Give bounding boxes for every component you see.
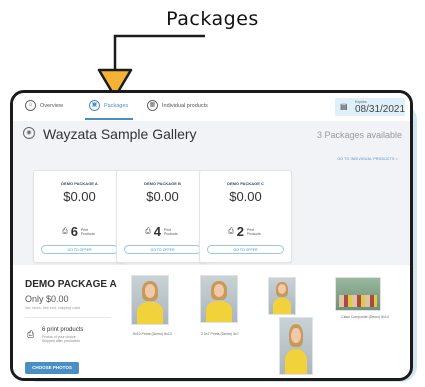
gallery-icon: ◉: [23, 127, 35, 139]
calendar-icon: ▤: [340, 102, 348, 111]
class-composite-photo[interactable]: [335, 277, 381, 311]
package-price: $0.00: [63, 189, 96, 204]
product-photo[interactable]: [200, 275, 238, 323]
detail-package-name: DEMO PACKAGE A: [25, 279, 117, 290]
package-detail: DEMO PACKAGE A Only $0.00 Incl. taxes. S…: [13, 265, 410, 378]
gallery-header: ◉ Wayzata Sample Gallery 3 Packages avai…: [13, 121, 410, 147]
package-card-c[interactable]: DEMO PACKAGE C $0.00 ⎙ 2 Print Products …: [199, 170, 292, 263]
choose-photos-button[interactable]: CHOOSE PHOTOS: [25, 362, 79, 374]
active-tab-indicator: [85, 118, 133, 120]
product-count: 6: [70, 224, 78, 239]
package-card-a[interactable]: DEMO PACKAGE A $0.00 ⎙ 6 Print Products …: [33, 170, 126, 263]
product-count: 4: [153, 224, 161, 239]
tab-individual-label: Individual products: [162, 102, 208, 109]
photo-icon: ▦: [147, 100, 158, 111]
product-photo[interactable]: [279, 317, 313, 375]
top-navigation: ⌂ Overview ▣ Packages ▦ Individual produ…: [13, 93, 410, 122]
product-photo[interactable]: [268, 277, 296, 315]
divider: [25, 317, 111, 318]
print-icon: ⎙: [27, 329, 35, 339]
browser-frame: ⌂ Overview ▣ Packages ▦ Individual produ…: [10, 90, 413, 381]
photo-caption: 2 5x7 Prints (Demo) 5x7: [201, 332, 239, 336]
package-name: DEMO PACKAGE C: [227, 181, 264, 186]
print-icon: ⎙: [62, 227, 68, 235]
photo-caption: Class Composite (Demo) 8x10: [341, 315, 389, 319]
callout: Packages: [0, 0, 425, 100]
go-to-offer-button[interactable]: GO TO OFFER: [207, 245, 284, 254]
tab-packages-label: Packages: [104, 102, 129, 109]
print-icon: ⎙: [145, 227, 151, 235]
package-count: 3 Packages available: [316, 130, 402, 140]
individual-products-link[interactable]: GO TO INDIVIDUAL PRODUCTS >: [337, 157, 398, 161]
package-name: DEMO PACKAGE A: [61, 181, 98, 186]
go-to-offer-button[interactable]: GO TO OFFER: [124, 245, 201, 254]
product-photo[interactable]: [131, 275, 169, 325]
product-count-label: Print Products: [163, 227, 178, 236]
products-line2: Shipped after production: [42, 339, 81, 343]
package-count-row: ⎙ 2 Print Products: [200, 224, 291, 239]
product-count-label: Print Products: [246, 227, 261, 236]
product-count: 2: [236, 224, 244, 239]
package-card-b[interactable]: DEMO PACKAGE B $0.00 ⎙ 4 Print Products …: [116, 170, 209, 263]
tab-packages[interactable]: ▣ Packages: [89, 100, 128, 111]
packages-area: GO TO INDIVIDUAL PRODUCTS > DEMO PACKAGE…: [13, 147, 410, 265]
expiry-date: 08/31/2021: [355, 104, 406, 115]
package-name: DEMO PACKAGE B: [144, 181, 181, 186]
photo-caption: 8x10 Prints (Demo) 8x10: [133, 332, 172, 336]
go-to-offer-button[interactable]: GO TO OFFER: [41, 245, 118, 254]
gift-icon: ▣: [89, 100, 100, 111]
print-icon: ⎙: [228, 227, 234, 235]
detail-price: Only $0.00: [25, 294, 69, 304]
gallery-title: Wayzata Sample Gallery: [43, 126, 197, 142]
tab-overview-label: Overview: [40, 102, 63, 109]
home-icon: ⌂: [25, 100, 36, 111]
package-price: $0.00: [146, 189, 179, 204]
tab-individual-products[interactable]: ▦ Individual products: [147, 100, 208, 111]
products-title: 6 print products: [42, 327, 84, 333]
package-count-row: ⎙ 6 Print Products: [34, 224, 125, 239]
product-count-label: Print Products: [80, 227, 95, 236]
detail-tax-note: Incl. taxes. See excl. shipping costs: [25, 306, 81, 310]
tab-overview[interactable]: ⌂ Overview: [25, 100, 63, 111]
expiry-badge: ▤ Expires 08/31/2021: [335, 98, 405, 116]
package-price: $0.00: [229, 189, 262, 204]
package-count-row: ⎙ 4 Print Products: [117, 224, 208, 239]
